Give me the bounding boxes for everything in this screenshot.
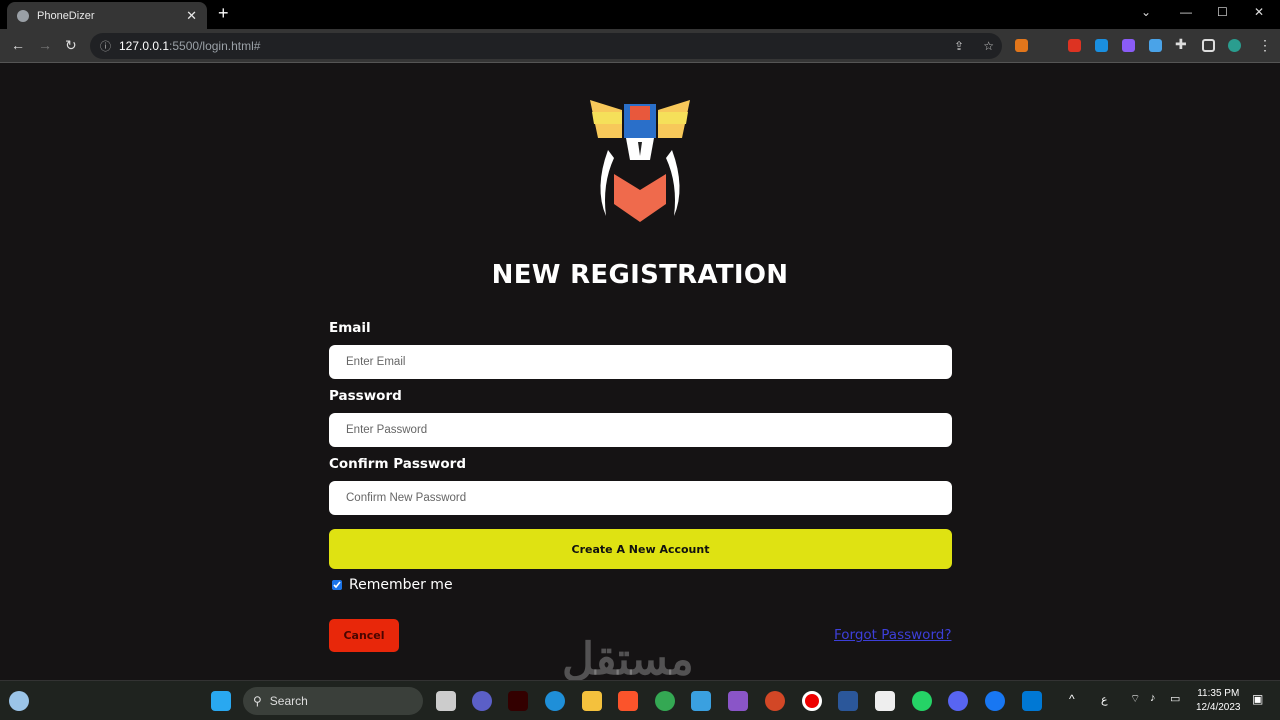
whatsapp-icon[interactable] [912,691,932,711]
visual-studio-icon[interactable] [728,691,748,711]
remember-me-label: Remember me [349,577,453,593]
minimize-icon[interactable]: — [1180,5,1192,19]
remember-me[interactable]: Remember me [332,577,453,593]
confirm-password-label: Confirm Password [329,456,467,472]
taskbar: ⚲ Search ^ ع ⌔ ♪ ▭ 11:35 PM 12/4/2023 ▣ [0,680,1280,720]
mail-icon[interactable] [691,691,711,711]
close-window-icon[interactable]: ✕ [1254,5,1264,19]
email-label: Email [329,320,371,336]
info-icon: ⓘ [100,41,111,53]
weather-icon[interactable] [9,691,29,711]
remember-me-checkbox[interactable] [332,580,342,590]
cancel-button[interactable]: Cancel [329,619,399,652]
password-label: Password [329,388,402,404]
extensions-puzzle-icon[interactable]: ✚ [1175,36,1187,53]
forward-icon[interactable]: → [38,37,52,53]
tab-search-icon[interactable]: ⌄ [1141,5,1151,19]
share-icon[interactable]: ⇪ [954,39,964,53]
tray-chevron-icon[interactable]: ^ [1069,692,1075,706]
new-tab-button[interactable]: + [218,3,229,24]
metamask-extension-icon[interactable] [1015,39,1028,52]
taskbar-search[interactable]: ⚲ Search [243,687,423,715]
task-view-icon[interactable] [436,691,456,711]
discord-icon[interactable] [948,691,968,711]
create-account-button[interactable]: Create A New Account [329,529,952,569]
brave-icon[interactable] [618,691,638,711]
address-bar[interactable]: ⓘ 127.0.0.1:5500/login.html# ⇪ ☆ [90,33,1002,59]
side-panel-icon[interactable] [1202,39,1215,52]
tab-title: PhoneDizer [37,9,95,22]
profile-avatar[interactable] [1228,39,1241,52]
menu-icon[interactable]: ⋮ [1258,37,1272,54]
wifi-icon[interactable]: ⌔ [1130,692,1140,706]
close-tab-icon[interactable]: ✕ [186,8,197,24]
bookmark-star-icon[interactable]: ☆ [983,39,994,53]
url-path: :5500/login.html# [169,39,261,53]
forgot-password-link[interactable]: Forgot Password? [834,627,952,643]
word-icon[interactable] [838,691,858,711]
extension-icon[interactable] [1068,39,1081,52]
clock[interactable]: 11:35 PM 12/4/2023 [1196,687,1241,715]
browser-tab-bar: PhoneDizer ✕ + ⌄ — ☐ ✕ [0,0,1280,29]
extension-icon[interactable] [1149,39,1162,52]
search-icon: ⚲ [253,694,262,708]
battery-icon[interactable]: ▭ [1170,692,1180,705]
vscode-icon[interactable] [1022,691,1042,711]
reload-icon[interactable]: ↻ [65,37,77,54]
volume-icon[interactable]: ♪ [1150,692,1156,704]
logo [590,100,690,222]
search-label: Search [269,694,308,708]
registration-page: NEW REGISTRATION Email Password Confirm … [0,64,1280,684]
globe-icon [17,9,29,22]
facebook-icon[interactable] [985,691,1005,711]
language-indicator[interactable]: ع [1101,693,1108,706]
time: 11:35 PM [1197,688,1240,699]
date: 12/4/2023 [1196,702,1241,713]
watermark: مستقل [562,635,694,684]
chrome-icon[interactable] [655,691,675,711]
recorder-icon[interactable] [802,691,822,711]
file-explorer-icon[interactable] [582,691,602,711]
confirm-password-input[interactable] [329,481,952,515]
notification-icon[interactable]: ▣ [1252,692,1263,706]
page-title: NEW REGISTRATION [491,260,789,290]
back-icon[interactable]: ← [11,37,25,53]
illustrator-icon[interactable] [508,691,528,711]
extension-icon[interactable] [1095,39,1108,52]
teams-icon[interactable] [472,691,492,711]
extension-icon[interactable] [1122,39,1135,52]
store-icon[interactable] [875,691,895,711]
url-host: 127.0.0.1 [119,39,170,53]
browser-tab[interactable]: PhoneDizer ✕ [7,2,207,29]
powerpoint-icon[interactable] [765,691,785,711]
windows-start-icon[interactable] [211,691,231,711]
maximize-icon[interactable]: ☐ [1217,5,1228,19]
browser-toolbar: ← → ↻ ⓘ 127.0.0.1:5500/login.html# ⇪ ☆ ✚… [0,29,1280,63]
email-input[interactable] [329,345,952,379]
edge-icon[interactable] [545,691,565,711]
password-input[interactable] [329,413,952,447]
